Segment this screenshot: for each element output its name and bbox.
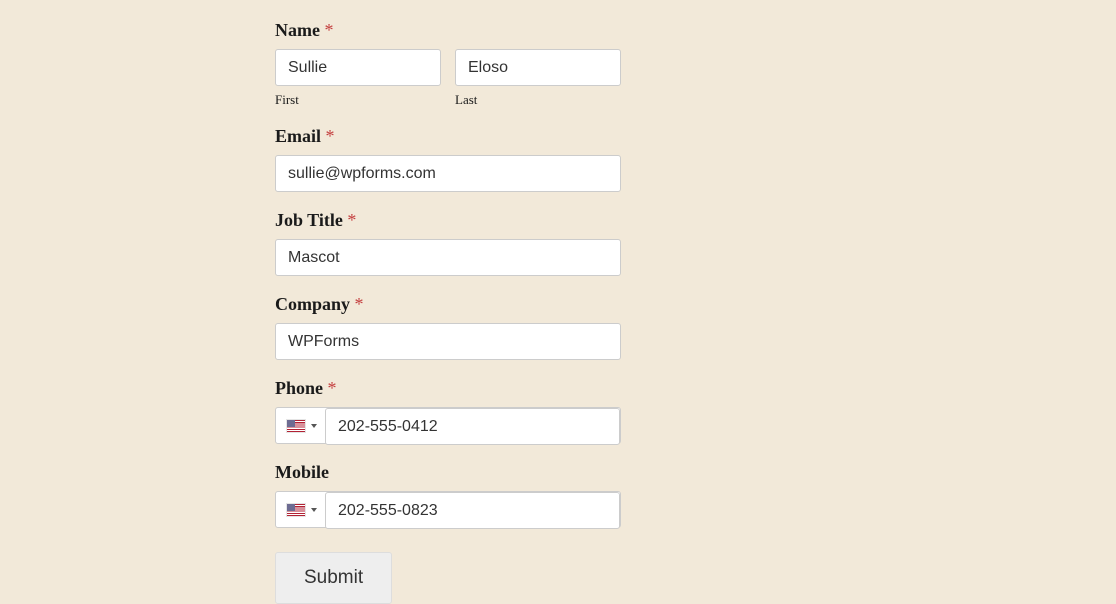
email-field: Email * [275,126,895,192]
name-row: First Last [275,49,895,108]
job-title-input[interactable] [275,239,621,276]
required-marker: * [328,378,337,398]
phone-field: Phone * [275,378,895,444]
last-name-col: Last [455,49,621,108]
us-flag-icon [286,419,306,433]
submit-button[interactable]: Submit [275,552,392,604]
name-field: Name * First Last [275,20,895,108]
mobile-field: Mobile [275,462,895,528]
last-name-sublabel: Last [455,92,621,108]
us-flag-icon [286,503,306,517]
first-name-sublabel: First [275,92,441,108]
name-label-text: Name [275,20,320,40]
email-input[interactable] [275,155,621,192]
mobile-input-wrap [275,491,621,528]
last-name-input[interactable] [455,49,621,86]
first-name-col: First [275,49,441,108]
mobile-label: Mobile [275,462,895,483]
required-marker: * [326,126,335,146]
job-title-label: Job Title * [275,210,895,231]
phone-label-text: Phone [275,378,323,398]
email-label-text: Email [275,126,321,146]
mobile-country-select[interactable] [276,492,325,527]
company-label-text: Company [275,294,350,314]
company-field: Company * [275,294,895,360]
first-name-input[interactable] [275,49,441,86]
email-label: Email * [275,126,895,147]
required-marker: * [324,20,333,40]
required-marker: * [355,294,364,314]
chevron-down-icon [311,508,317,512]
chevron-down-icon [311,424,317,428]
company-input[interactable] [275,323,621,360]
job-title-label-text: Job Title [275,210,343,230]
required-marker: * [347,210,356,230]
mobile-label-text: Mobile [275,462,329,482]
mobile-input[interactable] [325,492,620,529]
phone-country-select[interactable] [276,408,325,443]
phone-input-wrap [275,407,621,444]
company-label: Company * [275,294,895,315]
name-label: Name * [275,20,895,41]
phone-input[interactable] [325,408,620,445]
phone-label: Phone * [275,378,895,399]
job-title-field: Job Title * [275,210,895,276]
form-container: Name * First Last Email * Job Title * [275,20,895,604]
